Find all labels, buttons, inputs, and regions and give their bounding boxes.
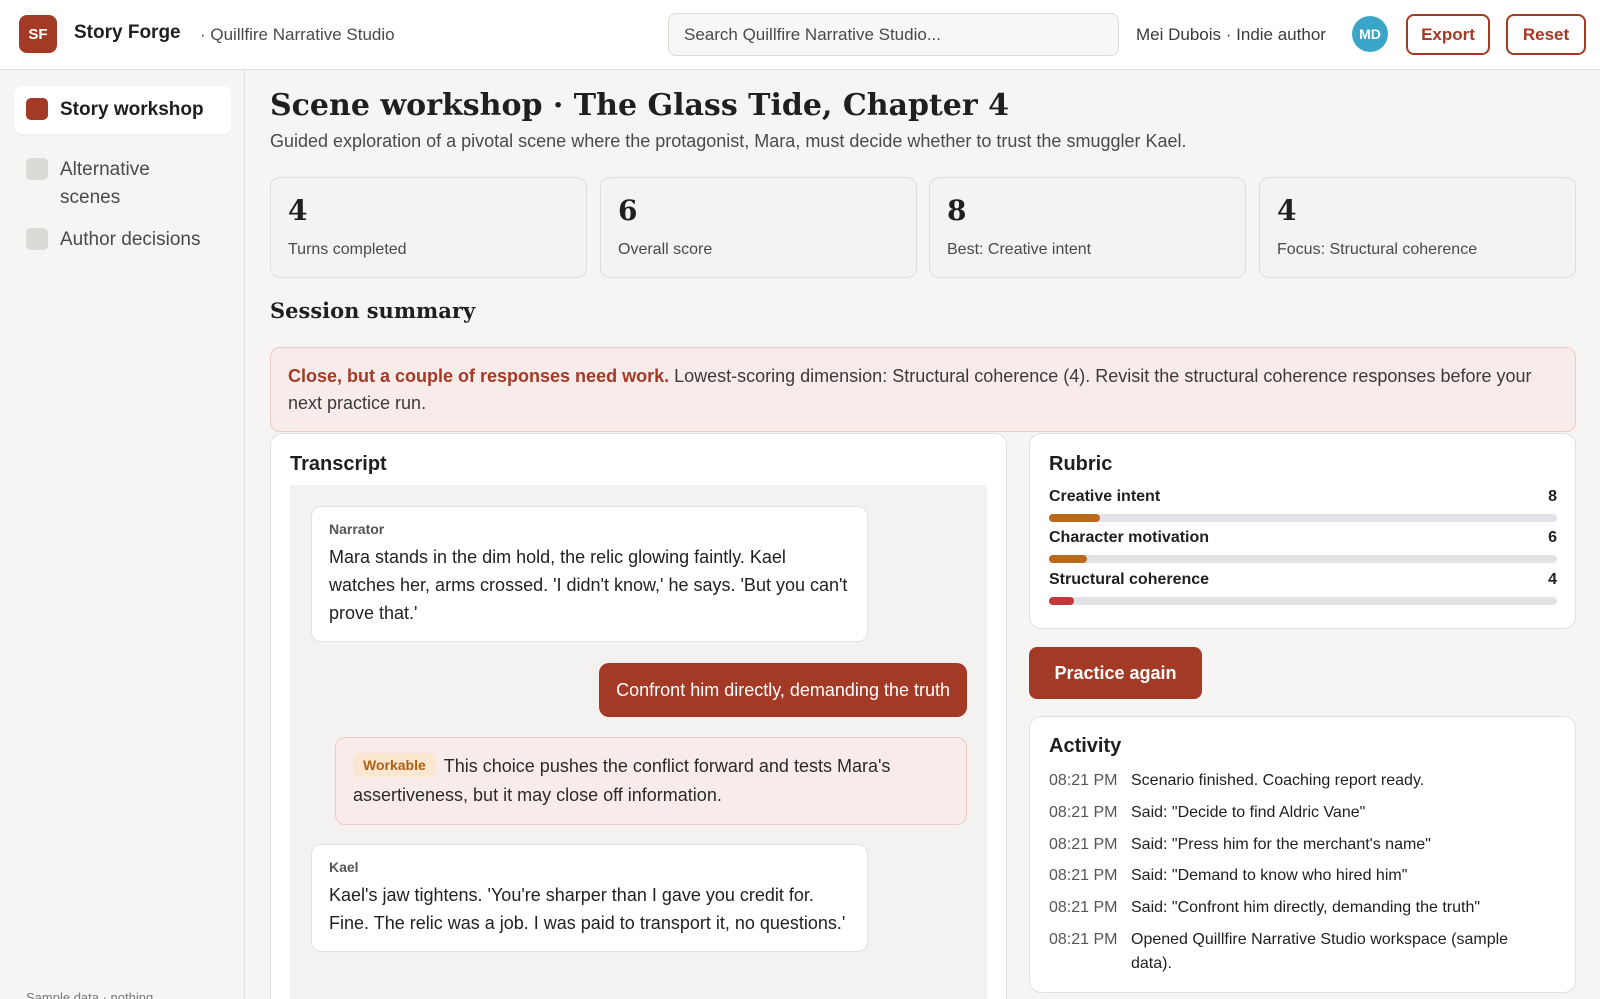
user-label: Mei Dubois · Indie author [1136,25,1326,44]
message-speaker: Narrator [329,521,385,537]
app-logo[interactable]: SF [19,15,57,53]
narrator-message: Narrator Mara stands in the dim hold, th… [311,506,868,642]
activity-time: 08:21 PM [1049,867,1118,884]
stat-label: Overall score [618,241,713,258]
activity-title: Activity [1049,735,1122,757]
activity-time: 08:21 PM [1049,931,1118,948]
rubric-title: Rubric [1049,453,1113,475]
activity-text: Said: "Demand to know who hired him" [1131,867,1408,884]
message-text: Mara stands in the dim hold, the relic g… [329,547,848,623]
activity-item: 08:21 PM Said: "Confront him directly, d… [1049,896,1559,920]
sidebar-item-author-decisions[interactable]: Author decisions [14,216,231,264]
sidebar-item-label: Story workshop [60,99,204,120]
activity-item: 08:21 PM Opened Quillfire Narrative Stud… [1049,928,1559,976]
stat-card-overall-score: 6 Overall score [600,177,917,278]
story-workshop-icon [26,98,48,120]
stat-label: Focus: Structural coherence [1277,241,1478,258]
sidebar-item-label: Author decisions [60,229,201,250]
rubric-name: Character motivation [1049,529,1210,546]
rubric-bar-fill [1049,555,1088,563]
reset-button[interactable]: Reset [1506,14,1586,55]
activity-text: Said: "Decide to find Aldric Vane" [1131,804,1366,821]
rubric-bar-track [1049,597,1557,605]
rubric-bar-track [1049,514,1557,522]
sidebar-footer-note: Sample data · nothing [26,990,154,999]
rubric-bar-track [1049,555,1557,563]
stat-value: 8 [947,194,967,227]
feedback-badge: Workable [353,753,436,777]
sidebar-item-label: Alternative scenes [60,159,150,208]
practice-again-button[interactable]: Practice again [1029,647,1202,699]
message-speaker: Kael [329,859,359,875]
rubric-value: 4 [1548,571,1557,588]
stat-card-turns: 4 Turns completed [270,177,587,278]
rubric-item-structural-coherence: Structural coherence 4 [1049,571,1557,605]
activity-item: 08:21 PM Said: "Decide to find Aldric Va… [1049,801,1559,825]
activity-text: Scenario finished. Coaching report ready… [1131,772,1425,789]
activity-item: 08:21 PM Said: "Press him for the mercha… [1049,833,1559,857]
alert-headline: Close, but a couple of responses need wo… [288,366,670,386]
activity-time: 08:21 PM [1049,899,1118,916]
rubric-item-creative-intent: Creative intent 8 [1049,488,1557,522]
activity-text: Said: "Press him for the merchant's name… [1131,836,1431,853]
page-subtitle: Guided exploration of a pivotal scene wh… [270,131,1187,151]
top-bar: SF Story Forge · Quillfire Narrative Stu… [0,0,1600,70]
stat-card-focus: 4 Focus: Structural coherence [1259,177,1576,278]
stat-label: Best: Creative intent [947,241,1092,258]
transcript-card: Transcript Narrator Mara stands in the d… [270,433,1007,999]
kael-message: Kael Kael's jaw tightens. 'You're sharpe… [311,844,868,952]
sidebar-item-alternative-scenes[interactable]: Alternative scenes [14,146,231,222]
app-name: Story Forge [74,22,181,43]
alternative-scenes-icon [26,158,48,180]
session-summary-title: Session summary [270,298,476,323]
rubric-name: Structural coherence [1049,571,1210,588]
feedback-box: Workable This choice pushes the conflict … [335,737,967,825]
transcript-title: Transcript [290,453,387,475]
avatar[interactable]: MD [1352,16,1388,52]
author-decisions-icon [26,228,48,250]
message-text: Kael's jaw tightens. 'You're sharper tha… [329,885,846,933]
activity-text: Said: "Confront him directly, demanding … [1131,899,1481,916]
activity-text: Opened Quillfire Narrative Studio worksp… [1131,931,1509,972]
stat-value: 6 [618,194,638,227]
rubric-name: Creative intent [1049,488,1161,505]
activity-time: 08:21 PM [1049,804,1118,821]
rubric-value: 8 [1548,488,1557,505]
activity-item: 08:21 PM Said: "Demand to know who hired… [1049,864,1559,888]
summary-alert: Close, but a couple of responses need wo… [270,347,1576,432]
rubric-item-character-motivation: Character motivation 6 [1049,529,1557,563]
export-button[interactable]: Export [1406,14,1490,55]
stat-label: Turns completed [288,241,407,258]
activity-time: 08:21 PM [1049,836,1118,853]
user-choice-bubble: Confront him directly, demanding the tru… [599,663,967,717]
page-title: Scene workshop · The Glass Tide, Chapter… [270,88,1009,123]
transcript-scroll-area[interactable]: Narrator Mara stands in the dim hold, th… [290,485,987,999]
stat-card-best: 8 Best: Creative intent [929,177,1246,278]
org-name: · Quillfire Narrative Studio [200,25,395,44]
rubric-bar-fill [1049,514,1100,522]
sidebar: Story workshop Alternative scenes Author… [0,70,245,999]
sidebar-item-story-workshop[interactable]: Story workshop [14,86,231,134]
activity-card: Activity 08:21 PM Scenario finished. Coa… [1029,716,1576,993]
activity-item: 08:21 PM Scenario finished. Coaching rep… [1049,769,1559,793]
stat-value: 4 [288,194,308,227]
search-box[interactable] [668,13,1119,56]
search-input[interactable] [684,24,1118,45]
rubric-value: 6 [1548,529,1557,546]
stat-value: 4 [1277,194,1297,227]
activity-time: 08:21 PM [1049,772,1118,789]
rubric-card: Rubric Creative intent 8 Character motiv… [1029,433,1576,629]
rubric-bar-fill [1049,597,1075,605]
